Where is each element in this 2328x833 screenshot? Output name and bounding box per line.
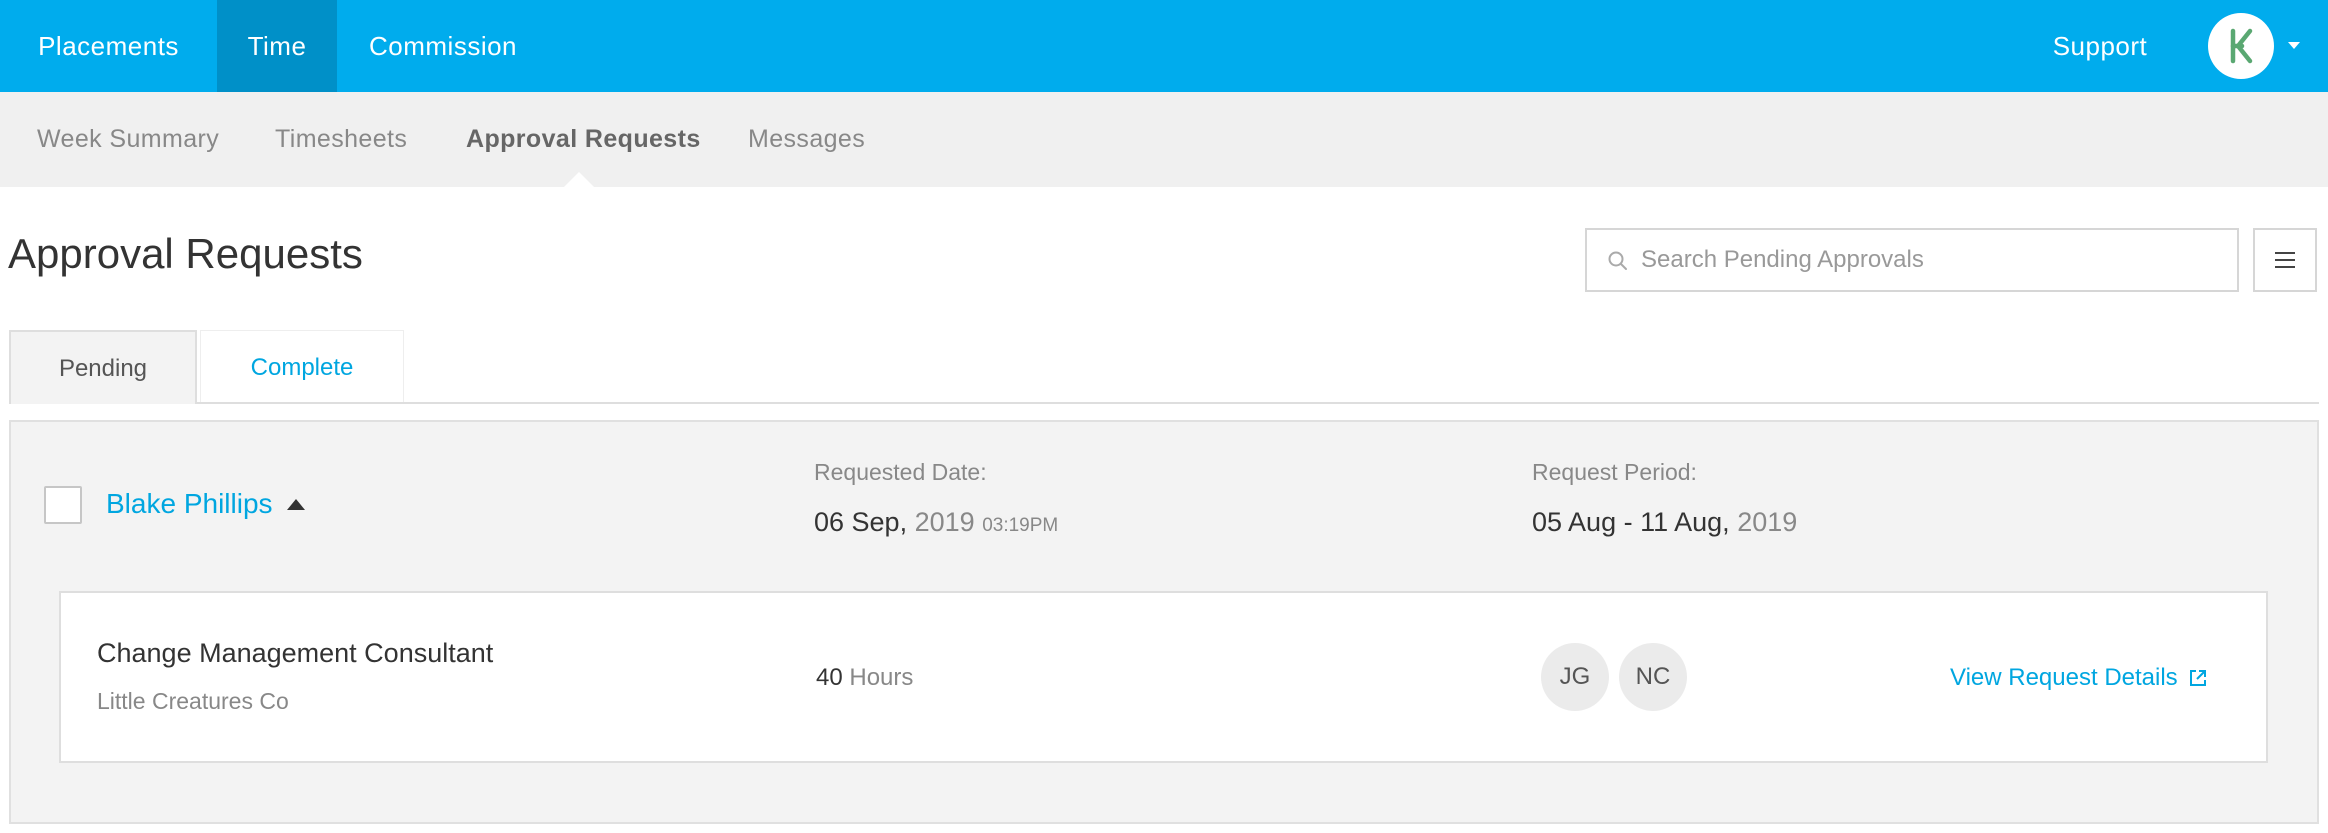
request-period-range: 05 Aug - 11 Aug,: [1532, 507, 1730, 537]
approver-avatar: NC: [1619, 643, 1687, 711]
avatar[interactable]: [2208, 13, 2274, 79]
view-request-details-label: View Request Details: [1950, 664, 2178, 691]
list-menu-button[interactable]: [2253, 228, 2317, 292]
job-title: Change Management Consultant: [97, 638, 494, 668]
requested-date-day-month: 06 Sep,: [814, 507, 908, 537]
chevron-down-icon[interactable]: [2288, 42, 2300, 49]
tab-divider: [197, 402, 2319, 404]
subnav-week-summary[interactable]: Week Summary: [37, 92, 219, 187]
hamburger-icon: [2275, 252, 2295, 254]
subnav-messages[interactable]: Messages: [748, 92, 865, 187]
search-box[interactable]: [1585, 228, 2239, 292]
requested-date-label: Requested Date:: [814, 459, 987, 485]
employee-name-link[interactable]: Blake Phillips: [106, 488, 273, 520]
sub-navigation-bar: Week Summary Timesheets Approval Request…: [0, 92, 2328, 187]
request-period-year: 2019: [1737, 507, 1798, 537]
brand-logo-icon: [2230, 28, 2253, 64]
user-menu[interactable]: [2208, 0, 2328, 92]
top-navigation-bar: Placements Time Commission Support: [0, 0, 2328, 92]
tab-complete[interactable]: Complete: [200, 330, 404, 404]
select-request-checkbox[interactable]: [44, 486, 82, 524]
subnav-timesheets[interactable]: Timesheets: [275, 92, 407, 187]
chevron-up-icon[interactable]: [287, 499, 305, 510]
requested-date-time: 03:19PM: [982, 515, 1059, 536]
page-title: Approval Requests: [8, 230, 363, 277]
search-icon: [1608, 251, 1627, 270]
external-link-icon: [2189, 670, 2206, 686]
hours-value: 40: [816, 664, 843, 691]
search-input[interactable]: [1641, 230, 2221, 290]
hours-total: 40 Hours: [816, 664, 913, 692]
topnav-commission[interactable]: Commission: [337, 0, 549, 92]
requested-date-value: 06 Sep, 2019 03:19PM: [814, 507, 1058, 538]
request-period-value: 05 Aug - 11 Aug, 2019: [1532, 507, 1797, 538]
request-period-label: Request Period:: [1532, 459, 1697, 485]
topnav-placements[interactable]: Placements: [0, 0, 217, 92]
request-item-card: [59, 591, 2268, 763]
active-tab-pointer: [563, 172, 595, 188]
view-request-details-link[interactable]: View Request Details: [1950, 664, 2208, 692]
company-name: Little Creatures Co: [97, 688, 289, 714]
tab-pending[interactable]: Pending: [9, 330, 197, 404]
topnav-time[interactable]: Time: [217, 0, 337, 92]
requested-date-year: 2019: [914, 507, 975, 537]
hours-unit: Hours: [849, 664, 914, 691]
approver-avatar: JG: [1541, 643, 1609, 711]
support-link[interactable]: Support: [2030, 0, 2170, 92]
